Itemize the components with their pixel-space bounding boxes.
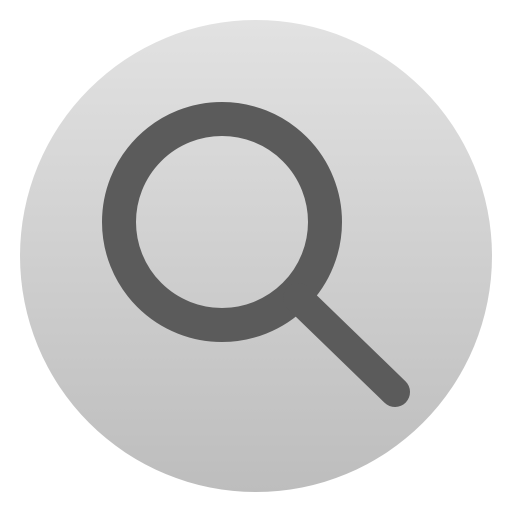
search-app-icon[interactable]: [0, 0, 512, 512]
icon-background-circle: [20, 20, 492, 492]
search-icon[interactable]: [0, 0, 512, 512]
